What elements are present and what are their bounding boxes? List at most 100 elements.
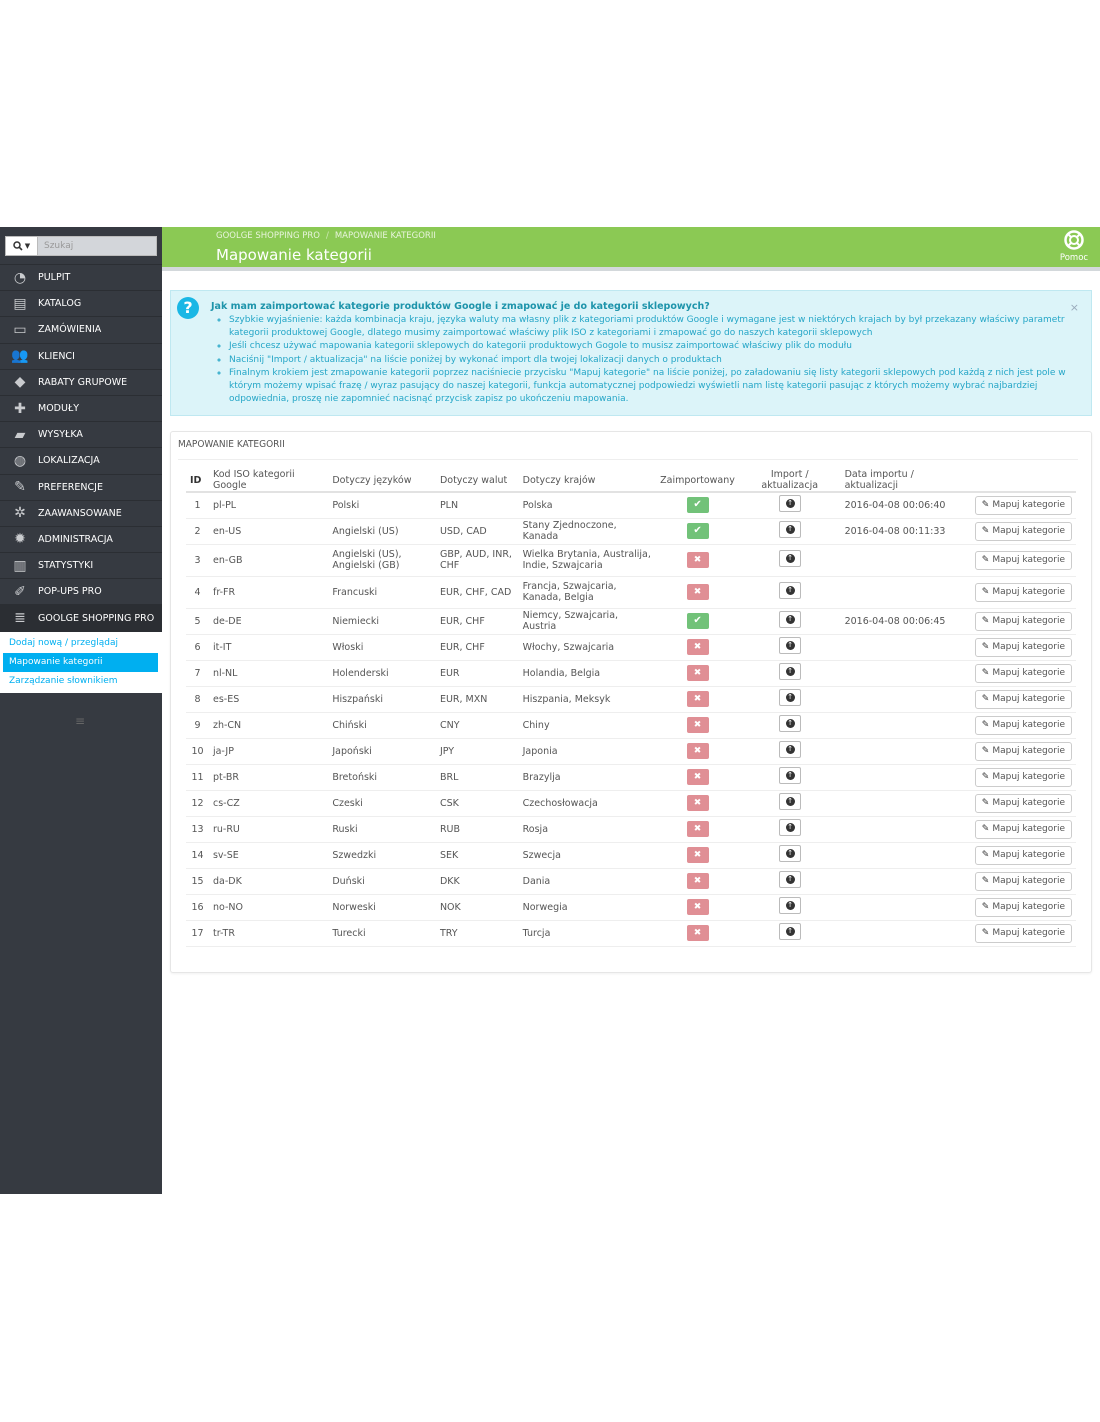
sidebar-item-lokalizacja[interactable]: ◍ LOKALIZACJA (0, 448, 162, 475)
sidebar-item-rabaty-grupowe[interactable]: ◆ RABATY GRUPOWE (0, 370, 162, 396)
pencil-icon: ✎ (981, 667, 990, 678)
cross-icon: ✖ (686, 795, 709, 811)
pencil-icon: ✎ (981, 719, 990, 730)
cell-lang: Angielski (US) (328, 518, 436, 545)
import-button[interactable]: ↑ (778, 767, 801, 784)
map-categories-button[interactable]: ✎ Mapuj kategorie (974, 767, 1072, 787)
collapse-menu-icon[interactable]: ≡ (75, 714, 85, 728)
map-categories-label: Mapuj kategorie (992, 499, 1065, 510)
import-button[interactable]: ↑ (778, 521, 801, 538)
import-button[interactable]: ↑ (778, 582, 801, 599)
sidebar-item-goolge-shopping-pro[interactable]: ≣ GOOLGE SHOPPING PRO (0, 605, 162, 632)
map-categories-button[interactable]: ✎ Mapuj kategorie (974, 582, 1072, 602)
breadcrumb-item[interactable]: GOOLGE SHOPPING PRO (216, 231, 320, 241)
close-icon[interactable]: × (1070, 301, 1079, 314)
submenu-item[interactable]: Dodaj nową / przeglądaj (0, 634, 162, 653)
cell-import: ↑ (738, 868, 841, 895)
sidebar-item-pop-ups-pro[interactable]: ✐ POP-UPS PRO (0, 579, 162, 606)
import-button[interactable]: ↑ (778, 845, 801, 862)
cell-iso: fr-FR (208, 576, 329, 609)
import-button[interactable]: ↑ (778, 819, 801, 836)
map-categories-button[interactable]: ✎ Mapuj kategorie (974, 715, 1072, 735)
map-categories-button[interactable]: ✎ Mapuj kategorie (974, 637, 1072, 657)
arrow-up-circle-icon: ↑ (785, 927, 795, 936)
import-button[interactable]: ↑ (778, 923, 801, 940)
cell-cur: EUR, CHF (435, 634, 519, 661)
map-categories-button[interactable]: ✎ Mapuj kategorie (974, 897, 1072, 917)
cross-icon: ✖ (686, 769, 709, 785)
import-button[interactable]: ↑ (778, 897, 801, 914)
map-categories-button[interactable]: ✎ Mapuj kategorie (974, 689, 1072, 709)
sidebar-item-statystyki[interactable]: ▥ STATYSTYKI (0, 553, 162, 580)
import-button[interactable]: ↑ (778, 689, 801, 706)
cell-cur: SEK (435, 842, 519, 869)
sidebar-item-pulpit[interactable]: ◔ PULPIT (0, 265, 162, 292)
import-button[interactable]: ↑ (778, 495, 801, 513)
pencil-icon: ✎ (981, 797, 990, 808)
map-categories-button[interactable]: ✎ Mapuj kategorie (974, 741, 1072, 761)
map-categories-button[interactable]: ✎ Mapuj kategorie (974, 871, 1072, 891)
map-categories-button[interactable]: ✎ Mapuj kategorie (974, 819, 1072, 839)
import-button[interactable]: ↑ (778, 637, 801, 654)
table-row: 2 en-US Angielski (US) USD, CAD Stany Zjedno… (186, 518, 1076, 545)
cell-iso: no-NO (208, 894, 329, 921)
search-dropdown-button[interactable]: ▼ (5, 236, 37, 256)
sidebar-item-preferencje[interactable]: ✎ PREFERENCJE (0, 475, 162, 501)
map-categories-button[interactable]: ✎ Mapuj kategorie (974, 663, 1072, 683)
sidebar-item-administracja[interactable]: ✹ ADMINISTRACJA (0, 527, 162, 554)
import-button[interactable]: ↑ (778, 663, 801, 680)
sidebar-item-wysyłka[interactable]: ▰ WYSYŁKA (0, 422, 162, 449)
cell-lang: Duński (328, 868, 436, 895)
import-button[interactable]: ↑ (778, 871, 801, 888)
map-categories-button[interactable]: ✎ Mapuj kategorie (974, 845, 1072, 865)
cross-icon: ✖ (686, 665, 709, 681)
sidebar-item-zamówienia[interactable]: ▭ ZAMÓWIENIA (0, 317, 162, 344)
map-categories-button[interactable]: ✎ Mapuj kategorie (974, 793, 1072, 813)
cell-import: ↑ (738, 660, 841, 687)
cell-country: Dania (518, 868, 657, 895)
help-button[interactable]: Pomoc (1058, 230, 1090, 263)
map-categories-button[interactable]: ✎ Mapuj kategorie (974, 521, 1072, 541)
sidebar-item-klienci[interactable]: 👥 KLIENCI (0, 344, 162, 370)
cell-imported: ✔ (656, 608, 739, 635)
cell-imported: ✖ (656, 712, 739, 739)
sidebar-item-label: MODUŁY (38, 403, 80, 415)
cell-iso: pt-BR (208, 764, 329, 791)
cell-iso: ja-JP (208, 738, 329, 765)
cell-imported: ✖ (656, 894, 739, 921)
cell-actions: ✎ Mapuj kategorie (965, 764, 1076, 791)
column-header: Data importu / aktualizacji (840, 469, 966, 493)
sidebar-item-label: PREFERENCJE (38, 481, 103, 493)
import-button[interactable]: ↑ (778, 715, 801, 732)
page-title: Mapowanie kategorii (216, 246, 372, 264)
pencil-icon: ✎ (981, 823, 990, 834)
map-categories-button[interactable]: ✎ Mapuj kategorie (974, 550, 1072, 570)
cell-id: 16 (186, 894, 209, 921)
pencil-icon: ✎ (981, 901, 990, 912)
search-input[interactable]: Szukaj (37, 236, 157, 256)
sidebar-item-label: ZAMÓWIENIA (38, 324, 102, 336)
map-categories-button[interactable]: ✎ Mapuj kategorie (974, 495, 1072, 515)
submenu-item[interactable]: Zarządzanie słownikiem (0, 672, 162, 691)
arrow-up-circle-icon: ↑ (785, 667, 795, 676)
cell-imported: ✖ (656, 660, 739, 687)
breadcrumb-item[interactable]: MAPOWANIE KATEGORII (335, 231, 436, 241)
table-header-row: ID Kod ISO kategorii Google Dotyczy językó… (186, 469, 1076, 493)
cell-cur: USD, CAD (435, 518, 519, 545)
map-categories-label: Mapuj kategorie (992, 875, 1065, 886)
truck-icon: ▰ (14, 426, 26, 443)
sidebar-item-zaawansowane[interactable]: ✲ ZAAWANSOWANE (0, 501, 162, 527)
cell-imported: ✖ (656, 544, 739, 577)
cell-import: ↑ (738, 544, 841, 577)
cell-id: 5 (186, 608, 209, 635)
sidebar-item-moduły[interactable]: ✚ MODUŁY (0, 396, 162, 423)
import-button[interactable]: ↑ (778, 793, 801, 810)
pencil-icon: ✎ (981, 693, 990, 704)
map-categories-button[interactable]: ✎ Mapuj kategorie (974, 923, 1072, 943)
map-categories-button[interactable]: ✎ Mapuj kategorie (974, 611, 1072, 631)
import-button[interactable]: ↑ (778, 611, 801, 628)
import-button[interactable]: ↑ (778, 550, 801, 567)
submenu-item[interactable]: Mapowanie kategorii (3, 652, 158, 672)
import-button[interactable]: ↑ (778, 741, 801, 758)
sidebar-item-katalog[interactable]: ▤ KATALOG (0, 291, 162, 318)
